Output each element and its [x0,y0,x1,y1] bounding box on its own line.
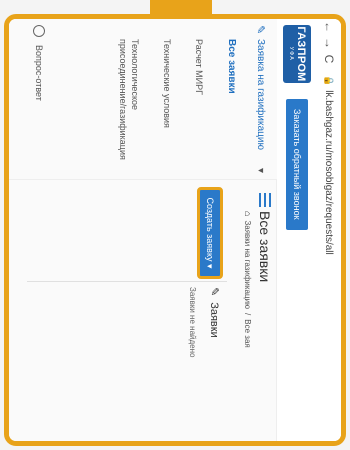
divider [27,281,227,282]
faq-label: Вопрос-ответ [34,45,44,101]
chevron-down-icon: ▾ [255,167,266,173]
create-request-button[interactable]: Создать заявку ▾ [197,187,223,279]
requests-heading: ✎ Заявки [208,287,221,338]
sidebar-item-faq[interactable]: Вопрос-ответ [33,25,45,101]
url-text: lk.bashgaz.ru/mosoblgaz/requests/all [323,90,335,255]
address-bar[interactable]: 🔒 lk.bashgaz.ru/mosoblgaz/requests/all [324,75,335,255]
breadcrumb: ⌂ Заявки на газификацию / Все зая [243,211,253,348]
breadcrumb-separator: / [243,313,253,316]
question-icon [33,25,45,37]
main-content: Все заявки ⌂ Заявки на газификацию / Все… [9,183,277,441]
breadcrumb-item-current: Все зая [243,319,253,348]
document-icon: ✎ [254,25,266,35]
edit-icon: ✎ [208,287,220,297]
sidebar-item-all-requests[interactable]: Все заявки [226,39,237,94]
sidebar-item-mirg[interactable]: Расчет МИРГ [193,39,205,95]
lock-icon: 🔒 [324,75,335,87]
browser-bar: ← → C 🔒 lk.bashgaz.ru/mosoblgaz/requests… [316,19,341,441]
menu-icon[interactable] [259,193,271,207]
sidebar-item-technical-conditions[interactable]: Технические условия [161,39,173,128]
logo-text: ГАЗПРОМ [295,26,307,82]
back-button[interactable]: ← [322,19,336,35]
sidebar-item-tech-connection[interactable]: Технологическое присоединение/газификаци… [117,39,141,169]
breadcrumb-item-gasification[interactable]: Заявки на газификацию [244,220,253,309]
screen: ← → C 🔒 lk.bashgaz.ru/mosoblgaz/requests… [9,19,341,441]
sidebar: ✎ Заявка на газификацию ▾ Все заявки Рас… [9,19,277,180]
sidebar-section-label: Заявка на газификацию [255,39,266,150]
site-header: ГАЗПРОМ УФА Заказать обратный звонок [276,19,317,441]
empty-state-text: Заявки не найдено [188,287,197,358]
requests-label: Заявки [208,302,221,338]
page-title: Все заявки [257,211,273,283]
home-icon[interactable]: ⌂ [243,211,253,216]
gazprom-logo[interactable]: ГАЗПРОМ УФА [283,25,311,83]
callback-button[interactable]: Заказать обратный звонок [286,99,308,230]
device-frame: ← → C 🔒 lk.bashgaz.ru/mosoblgaz/requests… [4,14,346,446]
device-tab [150,0,212,14]
logo-subtext: УФА [288,46,294,62]
forward-button[interactable]: → [322,35,336,51]
reload-button[interactable]: C [322,51,336,67]
sidebar-section-gasification[interactable]: ✎ Заявка на газификацию ▾ [254,25,267,173]
